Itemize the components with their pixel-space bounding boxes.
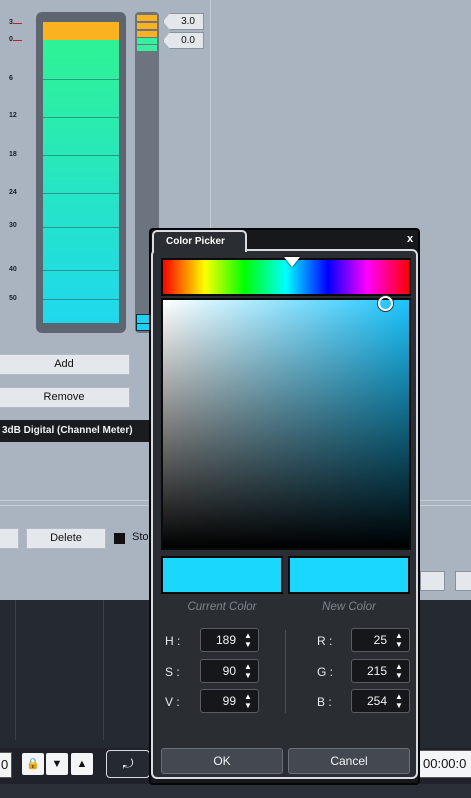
scale-tick-40: 40	[9, 266, 17, 273]
fader-handle-base[interactable]	[136, 323, 150, 331]
punch-out-icon[interactable]: ▲	[71, 753, 93, 775]
meter-gridline	[43, 299, 119, 300]
saturation-value-area[interactable]	[161, 298, 411, 550]
max-level-readout: 3.0	[163, 13, 204, 30]
spin-arrows-icon[interactable]: ▲ ▼	[243, 662, 253, 680]
title-tab-join	[154, 248, 245, 252]
scale-tick-0: 0	[0, 34, 30, 46]
current-color-label: Current Color	[187, 601, 257, 613]
green-label: G :	[317, 665, 334, 679]
fader-segment	[137, 15, 157, 21]
status-strip	[0, 784, 471, 798]
hue-input[interactable]: 189 ▲ ▼	[200, 628, 259, 652]
saturation-label: S :	[165, 665, 180, 679]
add-button[interactable]: Add	[0, 354, 130, 375]
scale-tick-12: 12	[9, 112, 17, 119]
hue-label: H :	[165, 634, 181, 648]
level-meter-clip-indicator	[43, 22, 119, 40]
current-color-swatch	[161, 556, 283, 594]
track-divider	[15, 600, 16, 740]
scale-tick-18: 18	[9, 151, 17, 158]
green-input[interactable]: 215 ▲ ▼	[351, 659, 410, 683]
remove-button[interactable]: Remove	[0, 387, 130, 408]
time-display: 00:00:0	[418, 750, 471, 778]
scale-tick-24: 24	[9, 189, 17, 196]
meter-gridline	[43, 155, 119, 156]
fader-segment	[137, 23, 157, 29]
spin-arrows-icon[interactable]: ▲ ▼	[243, 692, 253, 710]
meter-gridline	[43, 117, 119, 118]
right-button[interactable]	[420, 571, 445, 591]
meter-gridline	[43, 79, 119, 80]
red-value: 25	[373, 633, 387, 647]
level-meter-bar	[43, 22, 119, 323]
blue-input[interactable]: 254 ▲ ▼	[351, 689, 410, 713]
scale-tick-50: 50	[9, 295, 17, 302]
punch-in-icon[interactable]: ▼	[46, 753, 68, 775]
meter-gridline	[43, 227, 119, 228]
field-divider	[285, 630, 286, 713]
saturation-input[interactable]: 90 ▲ ▼	[200, 659, 259, 683]
fader-segment	[137, 45, 157, 51]
spin-arrows-icon[interactable]: ▲ ▼	[394, 631, 404, 649]
red-label: R :	[317, 634, 333, 648]
position-field[interactable]: 0	[0, 752, 12, 778]
delete-button[interactable]: Delete	[26, 528, 106, 549]
saturation-value: 90	[222, 664, 236, 678]
spin-arrows-icon[interactable]: ▲ ▼	[243, 631, 253, 649]
blue-label: B :	[317, 695, 332, 709]
value-input[interactable]: 99 ▲ ▼	[200, 689, 259, 713]
meter-gridline	[43, 193, 119, 194]
scale-tick-3: 3	[0, 17, 30, 29]
loop-icon[interactable]: ⤾	[106, 750, 150, 778]
current-level-readout: 0.0	[163, 32, 204, 49]
hue-value: 189	[215, 633, 236, 647]
spin-arrows-icon[interactable]: ▲ ▼	[394, 692, 404, 710]
spin-arrows-icon[interactable]: ▲ ▼	[394, 662, 404, 680]
green-value: 215	[366, 664, 387, 678]
stop-checkbox-label: Sto	[132, 531, 149, 543]
scale-tick-30: 30	[9, 222, 17, 229]
red-input[interactable]: 25 ▲ ▼	[351, 628, 410, 652]
saturation-value-cursor[interactable]	[378, 296, 393, 311]
fader-segment	[137, 38, 157, 44]
close-icon[interactable]: x	[403, 232, 417, 246]
value-value: 99	[222, 694, 236, 708]
hue-marker-icon[interactable]	[284, 257, 301, 267]
lock-icon[interactable]: 🔒	[22, 753, 44, 775]
right-button[interactable]	[455, 571, 471, 591]
ok-button[interactable]: OK	[161, 748, 283, 774]
new-color-swatch	[288, 556, 410, 594]
fader-segment	[137, 31, 157, 37]
meter-gridline	[43, 270, 119, 271]
edit-button[interactable]	[0, 528, 19, 549]
cancel-button[interactable]: Cancel	[288, 748, 410, 774]
value-label: V :	[165, 695, 180, 709]
blue-value: 254	[366, 694, 387, 708]
new-color-label: New Color	[322, 601, 376, 613]
stop-checkbox[interactable]	[114, 533, 125, 544]
track-divider	[103, 600, 104, 740]
scale-tick-6: 6	[9, 75, 13, 82]
channel-meter-label: 3dB Digital (Channel Meter)	[0, 420, 150, 442]
